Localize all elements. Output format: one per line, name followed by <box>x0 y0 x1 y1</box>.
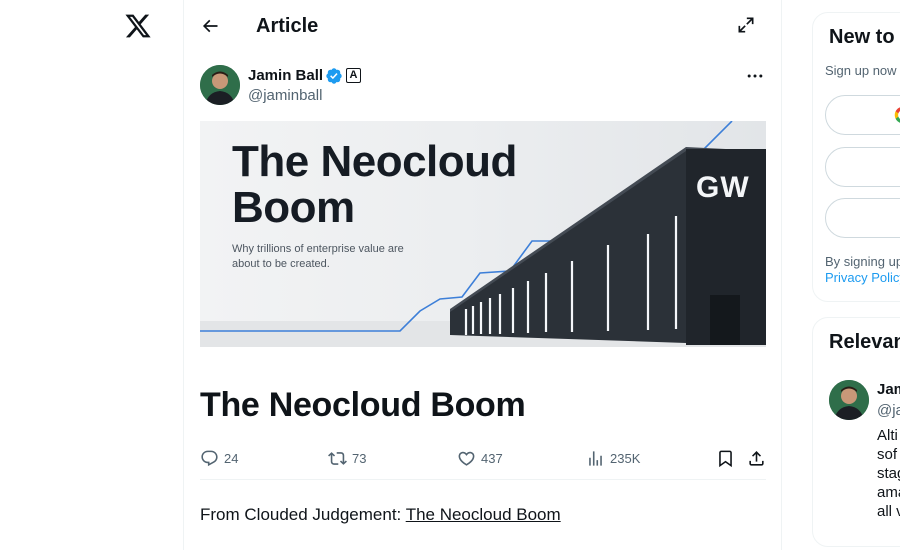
relevant-people-card: Relevant Jam @ja Alti sof stag ama all v <box>812 317 900 547</box>
relevant-title: Relevant <box>829 331 900 353</box>
article-header: Article <box>184 0 782 53</box>
relevant-name[interactable]: Jam <box>877 381 900 398</box>
back-button[interactable] <box>198 14 222 38</box>
relevant-bio: Alti sof stag ama all v <box>877 427 900 520</box>
terms-prefix: By signing up <box>825 254 900 269</box>
create-account-button[interactable] <box>825 198 900 238</box>
left-nav <box>0 0 183 550</box>
bookmark-icon <box>719 450 732 467</box>
engagement-bar: 24 73 437 235K <box>200 446 766 470</box>
avatar[interactable] <box>200 65 240 105</box>
share-icon <box>749 450 764 466</box>
more-horizontal-icon <box>747 74 763 78</box>
repost-count: 73 <box>352 450 367 466</box>
repost-icon <box>328 451 347 465</box>
article-title: The Neocloud Boom <box>200 386 526 424</box>
apple-signup-button[interactable] <box>825 147 900 187</box>
views-button[interactable]: 235K <box>586 446 640 470</box>
relevant-handle[interactable]: @ja <box>877 402 900 419</box>
banner-subtitle: Why trillions of enterprise value are ab… <box>232 243 404 270</box>
avatar[interactable] <box>829 380 869 420</box>
author-handle[interactable]: @jaminball <box>248 87 322 104</box>
body-prefix: From Clouded Judgement: <box>200 505 406 524</box>
reply-count: 24 <box>224 450 239 466</box>
signup-subtitle: Sign up now <box>825 63 897 78</box>
main-column: Article Jamin Ball A @jaminball The Neoc… <box>183 0 782 550</box>
expand-icon <box>738 17 754 33</box>
verified-badge-icon <box>326 68 342 84</box>
page-title: Article <box>256 15 319 37</box>
building-sign: GW <box>696 171 750 204</box>
expand-button[interactable] <box>736 15 758 37</box>
article-cover-image[interactable]: The Neocloud Boom Why trillions of enter… <box>200 121 766 347</box>
signup-terms: By signing up Privacy Policy <box>825 254 900 286</box>
more-options-button[interactable] <box>745 66 767 86</box>
share-button[interactable] <box>747 446 771 470</box>
reply-button[interactable]: 24 <box>200 446 238 470</box>
affiliation-badge[interactable]: A <box>346 68 361 83</box>
heart-icon <box>458 451 475 466</box>
banner-title: The Neocloud Boom <box>232 137 517 232</box>
x-logo-icon[interactable] <box>124 12 152 40</box>
repost-button[interactable]: 73 <box>328 446 366 470</box>
google-icon <box>894 107 900 123</box>
author-row: Jamin Ball A @jaminball <box>200 64 766 106</box>
bookmark-button[interactable] <box>716 446 740 470</box>
google-signup-button[interactable] <box>825 95 900 135</box>
author-name[interactable]: Jamin Ball <box>248 67 323 84</box>
privacy-policy-link[interactable]: Privacy Policy <box>825 270 900 285</box>
article-body: From Clouded Judgement: The Neocloud Boo… <box>200 505 561 525</box>
view-count: 235K <box>610 450 641 466</box>
signup-title: New to <box>829 26 895 48</box>
body-link[interactable]: The Neocloud Boom <box>406 505 561 524</box>
arrow-left-icon <box>202 19 218 33</box>
divider <box>200 479 766 480</box>
like-count: 437 <box>481 450 503 466</box>
like-button[interactable]: 437 <box>457 446 503 470</box>
views-chart-icon <box>589 450 602 466</box>
reply-icon <box>201 450 218 466</box>
signup-card: New to Sign up now By signing up Privacy… <box>812 12 900 302</box>
